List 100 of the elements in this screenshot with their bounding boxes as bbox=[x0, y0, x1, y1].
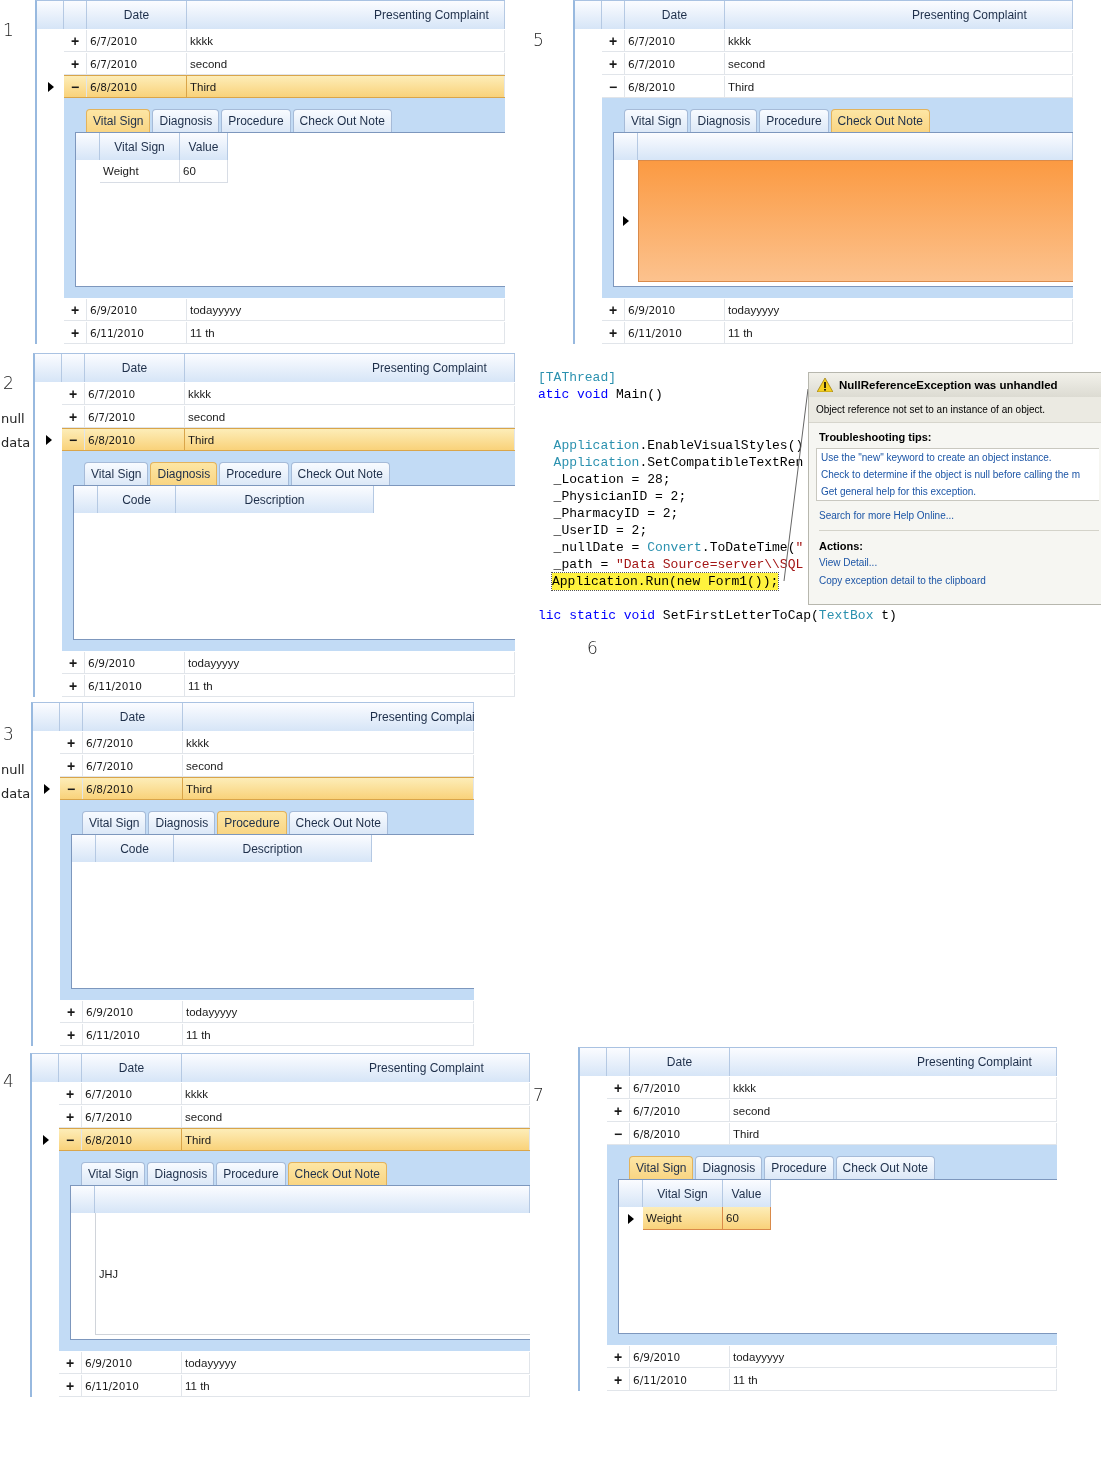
expand-toggle[interactable]: + bbox=[62, 675, 85, 696]
table-row[interactable]: + 6/7/2010 second bbox=[607, 1099, 1057, 1122]
expand-toggle[interactable]: + bbox=[602, 322, 625, 343]
expand-toggle[interactable]: − bbox=[62, 429, 85, 450]
table-cell: 6/8/2010 bbox=[630, 1123, 730, 1144]
table-row[interactable]: − 6/8/2010 Third bbox=[602, 75, 1073, 98]
table-cell: 6/9/2010 bbox=[630, 1346, 730, 1367]
tab[interactable]: Check Out Note bbox=[835, 1156, 935, 1179]
table-row[interactable]: − 6/8/2010 Third bbox=[60, 777, 474, 800]
expand-toggle[interactable]: + bbox=[607, 1100, 630, 1121]
tab[interactable]: Vital Sign bbox=[82, 811, 147, 834]
table-row[interactable]: + 6/7/2010 second bbox=[62, 405, 515, 428]
tip-link[interactable]: Use the "new" keyword to create an object instance. bbox=[821, 452, 1095, 463]
table-row[interactable]: + 6/11/2010 11 th bbox=[62, 674, 515, 697]
expand-toggle[interactable]: + bbox=[60, 1024, 83, 1045]
action-link[interactable]: Copy exception detail to the clipboard bbox=[819, 575, 1099, 590]
table-row[interactable]: − 6/8/2010 Third bbox=[59, 1128, 530, 1151]
table-row[interactable]: + 6/9/2010 todayyyyy bbox=[602, 298, 1073, 321]
table-row[interactable]: + 6/7/2010 second bbox=[602, 52, 1073, 75]
tab[interactable]: Vital Sign bbox=[624, 109, 689, 132]
table-cell: 6/7/2010 bbox=[87, 53, 187, 74]
expand-toggle[interactable]: + bbox=[60, 755, 83, 776]
tab[interactable]: Check Out Note bbox=[292, 109, 392, 132]
help-link[interactable]: Search for more Help Online... bbox=[819, 504, 1099, 521]
expand-toggle[interactable]: + bbox=[64, 299, 87, 320]
table-row[interactable]: + 6/9/2010 todayyyyy bbox=[59, 1351, 530, 1374]
table-row[interactable]: + 6/11/2010 11 th bbox=[602, 321, 1073, 344]
expand-toggle[interactable]: + bbox=[64, 322, 87, 343]
tab[interactable]: Check Out Note bbox=[830, 109, 930, 132]
expand-toggle[interactable]: − bbox=[60, 778, 83, 799]
expand-toggle[interactable]: + bbox=[607, 1346, 630, 1367]
tab[interactable]: Diagnosis bbox=[152, 109, 220, 132]
table-row[interactable]: + 6/11/2010 11 th bbox=[60, 1023, 474, 1046]
tab[interactable]: Vital Sign bbox=[81, 1162, 146, 1185]
tab[interactable]: Procedure bbox=[221, 109, 291, 132]
tab[interactable]: Diagnosis bbox=[148, 811, 216, 834]
expand-toggle[interactable]: + bbox=[59, 1083, 82, 1104]
expand-toggle[interactable]: + bbox=[602, 30, 625, 51]
tab[interactable]: Vital Sign bbox=[629, 1156, 694, 1179]
expand-toggle[interactable]: − bbox=[64, 76, 87, 97]
tip-link[interactable]: Check to determine if the object is null before calling the m bbox=[821, 469, 1095, 480]
expand-toggle[interactable]: + bbox=[59, 1352, 82, 1373]
expand-toggle[interactable]: + bbox=[64, 53, 87, 74]
popup-title: NullReferenceException was unhandled bbox=[839, 379, 1058, 391]
table-row[interactable]: + 6/7/2010 kkkk bbox=[59, 1082, 530, 1105]
table-row[interactable]: + 6/9/2010 todayyyyy bbox=[60, 1000, 474, 1023]
table-row[interactable]: + 6/9/2010 todayyyyy bbox=[607, 1345, 1057, 1368]
tab[interactable]: Diagnosis bbox=[695, 1156, 763, 1179]
tab[interactable]: Check Out Note bbox=[288, 811, 388, 834]
expand-toggle[interactable]: + bbox=[607, 1077, 630, 1098]
table-cell: 6/9/2010 bbox=[85, 652, 185, 673]
expand-toggle[interactable]: + bbox=[59, 1375, 82, 1396]
expand-toggle[interactable]: + bbox=[59, 1106, 82, 1127]
table-row[interactable]: + 6/11/2010 11 th bbox=[59, 1374, 530, 1397]
tab[interactable]: Procedure bbox=[217, 811, 287, 834]
table-row[interactable]: − 6/8/2010 Third bbox=[62, 428, 515, 451]
expand-toggle[interactable]: − bbox=[607, 1123, 630, 1144]
expand-toggle[interactable]: + bbox=[62, 652, 85, 673]
tab[interactable]: Diagnosis bbox=[150, 462, 218, 485]
tab[interactable]: Vital Sign bbox=[86, 109, 151, 132]
table-row[interactable]: + 6/9/2010 todayyyyy bbox=[64, 298, 505, 321]
column-header: Date bbox=[82, 1054, 182, 1082]
expand-toggle[interactable]: + bbox=[602, 53, 625, 74]
tab[interactable]: Procedure bbox=[216, 1162, 286, 1185]
table-row[interactable]: + 6/11/2010 11 th bbox=[607, 1368, 1057, 1391]
table-row[interactable]: − 6/8/2010 Third bbox=[607, 1122, 1057, 1145]
expand-toggle[interactable]: + bbox=[607, 1369, 630, 1390]
expand-toggle[interactable]: + bbox=[64, 30, 87, 51]
table-row[interactable]: + 6/7/2010 kkkk bbox=[62, 382, 515, 405]
table-cell: 6/9/2010 bbox=[82, 1352, 182, 1373]
tip-link[interactable]: Get general help for this exception. bbox=[821, 486, 1095, 497]
action-link[interactable]: View Detail... bbox=[819, 557, 1099, 572]
table-row[interactable]: + 6/7/2010 second bbox=[64, 52, 505, 75]
expand-toggle[interactable]: + bbox=[62, 383, 85, 404]
table-row[interactable]: + 6/7/2010 second bbox=[60, 754, 474, 777]
tab[interactable]: Diagnosis bbox=[690, 109, 758, 132]
screenshot-number: 7 bbox=[532, 1085, 545, 1105]
table-row[interactable]: + 6/7/2010 kkkk bbox=[607, 1076, 1057, 1099]
tab[interactable]: Vital Sign bbox=[84, 462, 149, 485]
expand-toggle[interactable]: − bbox=[59, 1129, 82, 1150]
table-row[interactable]: − 6/8/2010 Third bbox=[64, 75, 505, 98]
table-row[interactable]: + 6/9/2010 todayyyyy bbox=[62, 651, 515, 674]
column-header: Vital Sign bbox=[100, 133, 180, 160]
tab[interactable]: Check Out Note bbox=[287, 1162, 387, 1185]
table-row[interactable]: + 6/11/2010 11 th bbox=[64, 321, 505, 344]
table-row[interactable]: + 6/7/2010 kkkk bbox=[60, 731, 474, 754]
table-row[interactable]: + 6/7/2010 second bbox=[59, 1105, 530, 1128]
table-cell: 6/9/2010 bbox=[625, 299, 725, 320]
tab[interactable]: Check Out Note bbox=[290, 462, 390, 485]
tab[interactable]: Procedure bbox=[219, 462, 289, 485]
table-row[interactable]: + 6/7/2010 kkkk bbox=[64, 29, 505, 52]
expand-toggle[interactable]: + bbox=[60, 732, 83, 753]
expand-toggle[interactable]: + bbox=[62, 406, 85, 427]
expand-toggle[interactable]: + bbox=[60, 1001, 83, 1022]
tab[interactable]: Diagnosis bbox=[147, 1162, 215, 1185]
table-row[interactable]: + 6/7/2010 kkkk bbox=[602, 29, 1073, 52]
expand-toggle[interactable]: − bbox=[602, 76, 625, 97]
tab[interactable]: Procedure bbox=[759, 109, 829, 132]
tab[interactable]: Procedure bbox=[764, 1156, 834, 1179]
expand-toggle[interactable]: + bbox=[602, 299, 625, 320]
